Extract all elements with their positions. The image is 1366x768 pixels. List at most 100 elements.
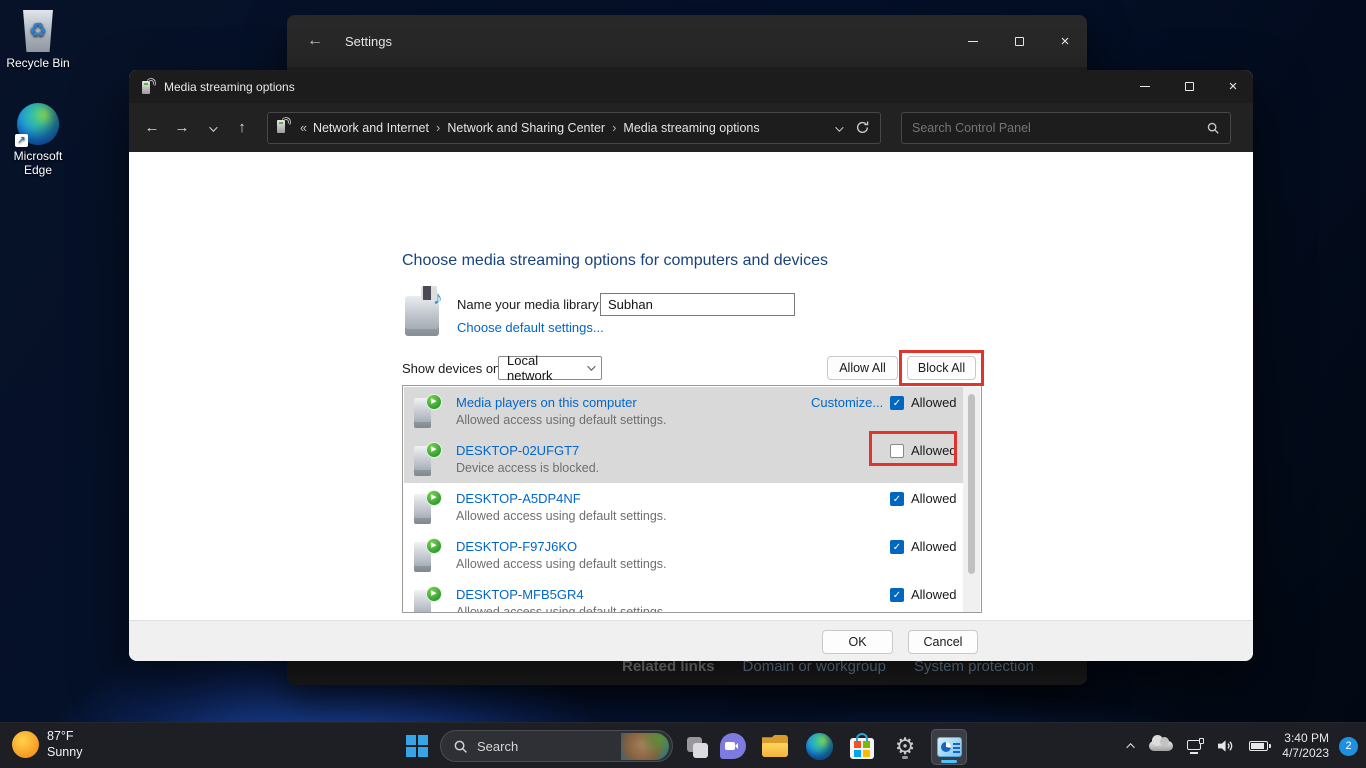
address-bar[interactable]: « Network and Internet › Network and Sha…: [267, 112, 881, 144]
recycle-bin-label: Recycle Bin: [0, 56, 76, 70]
collapsed-crumbs[interactable]: «: [300, 121, 307, 135]
refresh-icon[interactable]: [855, 120, 870, 135]
start-button[interactable]: [402, 731, 432, 761]
allowed-checkbox-checked[interactable]: ✓: [890, 492, 904, 506]
microsoft-store-button[interactable]: [847, 731, 877, 761]
search-icon: [1206, 121, 1220, 135]
weather-widget[interactable]: 87°F Sunny: [12, 728, 82, 760]
cp-content: Choose media streaming options for compu…: [129, 152, 1253, 620]
control-panel-search[interactable]: [901, 112, 1231, 144]
choose-default-settings-link[interactable]: Choose default settings...: [457, 320, 604, 335]
cp-minimize-button[interactable]: [1131, 76, 1159, 98]
edge-button[interactable]: [804, 731, 834, 761]
onedrive-icon[interactable]: [1149, 741, 1173, 751]
device-row[interactable]: ▶ DESKTOP-A5DP4NF Allowed access using d…: [404, 483, 963, 531]
settings-maximize-button[interactable]: [1005, 30, 1033, 52]
recent-pages-button[interactable]: [197, 119, 227, 136]
edge-icon: ↗: [17, 103, 59, 145]
chat-button[interactable]: [718, 731, 748, 761]
annotation-highlight-allowed-checkbox: [869, 431, 957, 466]
network-dropdown-value: Local network: [507, 353, 587, 383]
device-name-link[interactable]: DESKTOP-A5DP4NF: [456, 491, 581, 506]
settings-close-button[interactable]: ×: [1051, 30, 1079, 52]
search-highlight-image[interactable]: [621, 733, 669, 760]
device-status-text: Allowed access using default settings.: [456, 557, 667, 571]
control-panel-button-active[interactable]: [931, 729, 967, 765]
weather-temperature: 87°F: [47, 728, 82, 744]
task-view-button[interactable]: [681, 731, 711, 761]
cancel-button[interactable]: Cancel: [908, 630, 978, 654]
device-name-link[interactable]: DESKTOP-F97J6KO: [456, 539, 577, 554]
media-device-icon: ▶: [412, 490, 442, 526]
device-status-text: Allowed access using default settings.: [456, 605, 667, 613]
file-explorer-button[interactable]: [760, 731, 790, 761]
allowed-checkbox-checked[interactable]: ✓: [890, 540, 904, 554]
tray-date: 4/7/2023: [1282, 746, 1329, 761]
ok-button[interactable]: OK: [822, 630, 893, 654]
device-status-text: Allowed access using default settings.: [456, 509, 667, 523]
show-devices-label: Show devices on:: [402, 361, 504, 376]
taskbar-search[interactable]: Search: [440, 730, 673, 762]
library-name-label: Name your media library:: [457, 297, 602, 312]
settings-titlebar: ← Settings ×: [287, 15, 1087, 67]
breadcrumb-separator: ›: [612, 120, 616, 135]
device-status-text: Allowed access using default settings.: [456, 413, 667, 427]
breadcrumb-network-sharing-center[interactable]: Network and Sharing Center: [447, 121, 605, 135]
device-name-link[interactable]: Media players on this computer: [456, 395, 637, 410]
device-row[interactable]: ▶ Media players on this computer Allowed…: [404, 387, 963, 435]
folder-icon: [762, 735, 788, 757]
up-button[interactable]: ↑: [227, 119, 257, 136]
active-indicator: [941, 760, 957, 763]
cp-window-title: Media streaming options: [164, 80, 295, 94]
network-icon[interactable]: [1187, 739, 1204, 754]
edge-icon: [806, 733, 833, 760]
cp-maximize-button[interactable]: [1175, 76, 1203, 98]
customize-link[interactable]: Customize...: [811, 395, 883, 410]
back-button[interactable]: ←: [137, 119, 167, 136]
media-library-icon: ♪: [405, 286, 449, 338]
cp-toolbar: ← → ↑ « Network and Internet › Network a…: [129, 103, 1253, 152]
network-dropdown[interactable]: Local network: [498, 356, 602, 380]
page-title: Choose media streaming options for compu…: [402, 252, 828, 270]
task-view-icon: [683, 733, 709, 759]
breadcrumb-network-and-internet[interactable]: Network and Internet: [313, 121, 429, 135]
hidden-icons-button[interactable]: [1129, 743, 1135, 749]
allowed-checkbox-checked[interactable]: ✓: [890, 396, 904, 410]
settings-back-button[interactable]: ←: [307, 32, 323, 50]
battery-icon[interactable]: [1249, 741, 1268, 751]
device-name-link[interactable]: DESKTOP-02UFGT7: [456, 443, 579, 458]
desktop-icon-recycle-bin[interactable]: ♻ Recycle Bin: [0, 10, 76, 70]
library-name-input[interactable]: [600, 293, 795, 316]
settings-button[interactable]: ⚙: [890, 731, 920, 761]
control-panel-icon: [937, 737, 962, 757]
media-streaming-options-window: Media streaming options × ← → ↑ « Networ…: [129, 70, 1253, 661]
notification-badge[interactable]: 2: [1339, 737, 1358, 756]
weather-condition: Sunny: [47, 744, 82, 760]
address-dropdown-icon[interactable]: [835, 121, 841, 135]
allow-all-button[interactable]: Allow All: [827, 356, 898, 380]
device-name-link[interactable]: DESKTOP-MFB5GR4: [456, 587, 584, 602]
allowed-checkbox-checked[interactable]: ✓: [890, 588, 904, 602]
cp-close-button[interactable]: ×: [1219, 76, 1247, 98]
gear-icon: ⚙: [895, 735, 916, 758]
search-input[interactable]: [912, 121, 1206, 135]
windows-logo-icon: [406, 735, 428, 757]
device-row[interactable]: ▶ DESKTOP-F97J6KO Allowed access using d…: [404, 531, 963, 579]
sun-icon: [12, 731, 39, 758]
cp-titlebar: Media streaming options ×: [129, 70, 1253, 103]
media-device-icon: ▶: [412, 538, 442, 574]
scrollbar-thumb[interactable]: [968, 394, 975, 574]
chat-icon: [720, 733, 746, 759]
shortcut-arrow-icon: ↗: [15, 134, 28, 147]
scrollbar[interactable]: [963, 387, 980, 613]
settings-minimize-button[interactable]: [959, 30, 987, 52]
desktop-icon-microsoft-edge[interactable]: ↗ MicrosoftEdge: [0, 103, 76, 177]
forward-button[interactable]: →: [167, 119, 197, 136]
clock[interactable]: 3:40 PM 4/7/2023: [1282, 731, 1329, 761]
breadcrumb-media-streaming-options[interactable]: Media streaming options: [623, 121, 759, 135]
annotation-highlight-block-all: [899, 350, 984, 386]
taskbar: 87°F Sunny Search: [0, 722, 1366, 768]
device-row[interactable]: ▶ DESKTOP-MFB5GR4 Allowed access using d…: [404, 579, 963, 613]
allowed-label: Allowed: [911, 587, 957, 602]
volume-icon[interactable]: [1218, 739, 1235, 753]
